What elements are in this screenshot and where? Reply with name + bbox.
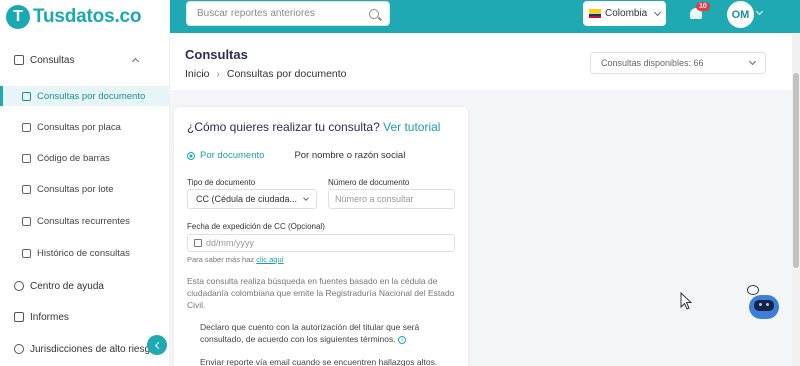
available-queries-label: Consultas disponibles: 66 — [601, 58, 704, 68]
query-form-card: ¿Cómo quieres realizar tu consulta? Ver … — [174, 107, 468, 366]
doc-type-select[interactable]: CC (Cédula de ciudada... — [187, 189, 317, 209]
sidebar-item-centro-ayuda[interactable]: Centro de ayuda — [0, 276, 170, 296]
file-icon — [22, 184, 31, 194]
page-scrollbar[interactable] — [792, 33, 800, 366]
sidebar-item-jurisdicciones[interactable]: Jurisdicciones de alto riesgo — [0, 339, 170, 359]
help-link[interactable]: clic aquí — [256, 255, 284, 264]
car-icon — [22, 122, 31, 132]
top-bar: T Tusdatos.co Colombia 10 OM — [0, 0, 800, 33]
robot-eye — [759, 303, 762, 306]
consent-checkbox-label[interactable]: Declaro que cuento con la autorización d… — [200, 321, 450, 345]
mouse-cursor-icon — [680, 292, 692, 310]
sidebar-item-consultas-lote[interactable]: Consultas por lote — [0, 179, 170, 199]
sidebar-item-consultas[interactable]: Consultas — [0, 50, 170, 70]
sidebar-item-consultas-placa[interactable]: Consultas por placa — [0, 117, 170, 137]
sidebar-item-label: Histórico de consultas — [37, 247, 130, 259]
consent-text: Declaro que cuento con la autorización d… — [200, 322, 420, 344]
page-title: Consultas — [185, 47, 248, 62]
query-description: Esta consulta realiza búsqueda en fuente… — [187, 276, 455, 310]
doc-number-label: Número de documento — [328, 178, 410, 187]
form-question: ¿Cómo quieres realizar tu consulta? Ver … — [187, 120, 440, 134]
available-queries-select[interactable]: Consultas disponibles: 66 — [590, 52, 766, 74]
chevron-down-icon — [303, 195, 309, 201]
doc-number-input[interactable] — [328, 189, 455, 209]
sidebar: Consultas Consultas por documento Consul… — [0, 33, 170, 366]
sidebar-item-informes[interactable]: Informes — [0, 307, 170, 327]
brand[interactable]: T Tusdatos.co — [0, 0, 170, 33]
sidebar-item-label: Consultas por placa — [37, 121, 121, 133]
globe-icon — [14, 344, 24, 354]
search-icon[interactable] — [369, 8, 379, 19]
sidebar-item-consultas-recurrentes[interactable]: Consultas recurrentes — [0, 211, 170, 231]
sidebar-item-label: Jurisdicciones de alto riesgo — [30, 343, 156, 355]
issue-date-field[interactable] — [187, 234, 455, 252]
help-text: Para saber más haz clic aquí — [187, 255, 284, 264]
barcode-icon — [22, 153, 31, 163]
country-label: Colombia — [605, 8, 648, 19]
sidebar-item-label: Código de barras — [37, 152, 110, 164]
colombia-flag-icon — [589, 9, 601, 18]
calendar-icon — [194, 239, 202, 247]
document-search-icon — [14, 55, 24, 65]
page-header: Consultas Inicio › Consultas por documen… — [170, 33, 800, 90]
chatbot-button[interactable] — [747, 285, 781, 323]
robot-eye — [766, 303, 769, 306]
doc-type-label: Tipo de documento — [187, 178, 256, 187]
brand-name: Tusdatos.co — [33, 5, 142, 27]
help-prefix: Para saber más haz — [187, 255, 257, 264]
sidebar-item-consultas-documento[interactable]: Consultas por documento — [0, 86, 170, 106]
form-question-text: ¿Cómo quieres realizar tu consulta? — [187, 120, 380, 134]
robot-face — [754, 300, 774, 311]
chevron-down-icon — [653, 8, 662, 16]
layers-icon — [22, 216, 31, 226]
sidebar-item-label: Consultas recurrentes — [37, 215, 130, 227]
chevron-left-icon — [154, 341, 162, 349]
date-label: Fecha de expedición de CC (Opcional) — [187, 222, 325, 231]
notification-badge: 10 — [696, 2, 710, 11]
query-mode-radios: Por documento Por nombre o razón social — [187, 150, 405, 161]
sidebar-item-label: Centro de ayuda — [30, 280, 104, 292]
country-select[interactable]: Colombia — [583, 1, 666, 26]
id-card-icon — [22, 91, 31, 101]
radio-document-label[interactable]: Por documento — [200, 150, 264, 161]
chevron-up-icon — [131, 57, 140, 66]
issue-date-input[interactable] — [206, 238, 454, 248]
report-icon — [14, 312, 24, 322]
breadcrumb-current: Consultas por documento — [226, 68, 347, 80]
file-list-icon — [22, 248, 31, 258]
sidebar-item-label: Consultas por lote — [37, 183, 114, 195]
notifications-button[interactable]: 10 — [690, 2, 710, 21]
sidebar-item-historico[interactable]: Histórico de consultas — [0, 243, 170, 263]
headset-icon — [14, 281, 24, 291]
info-icon[interactable]: i — [398, 335, 406, 344]
tutorial-link[interactable]: Ver tutorial — [383, 120, 440, 134]
scrollbar-thumb[interactable] — [793, 73, 799, 268]
search-box[interactable] — [186, 1, 390, 26]
avatar[interactable]: OM — [727, 1, 754, 28]
chat-bubble-icon — [747, 285, 759, 295]
search-input[interactable] — [197, 8, 369, 19]
logo-icon: T — [6, 4, 30, 29]
breadcrumb: Inicio › Consultas por documento — [185, 68, 347, 80]
chevron-down-icon — [748, 57, 757, 66]
email-report-checkbox-label[interactable]: Enviar reporte vía email cuando se encue… — [200, 356, 450, 366]
doc-type-value: CC (Cédula de ciudada... — [196, 194, 298, 204]
sidebar-item-codigo-barras[interactable]: Código de barras — [0, 148, 170, 168]
breadcrumb-separator: › — [216, 68, 220, 80]
sidebar-item-label: Consultas por documento — [37, 90, 146, 102]
breadcrumb-home[interactable]: Inicio — [185, 68, 210, 80]
radio-document[interactable] — [187, 151, 195, 160]
sidebar-item-label: Informes — [30, 311, 69, 323]
sidebar-item-label: Consultas — [30, 54, 75, 66]
radio-name-label[interactable]: Por nombre o razón social — [294, 150, 405, 161]
collapse-sidebar-button[interactable] — [147, 335, 167, 355]
